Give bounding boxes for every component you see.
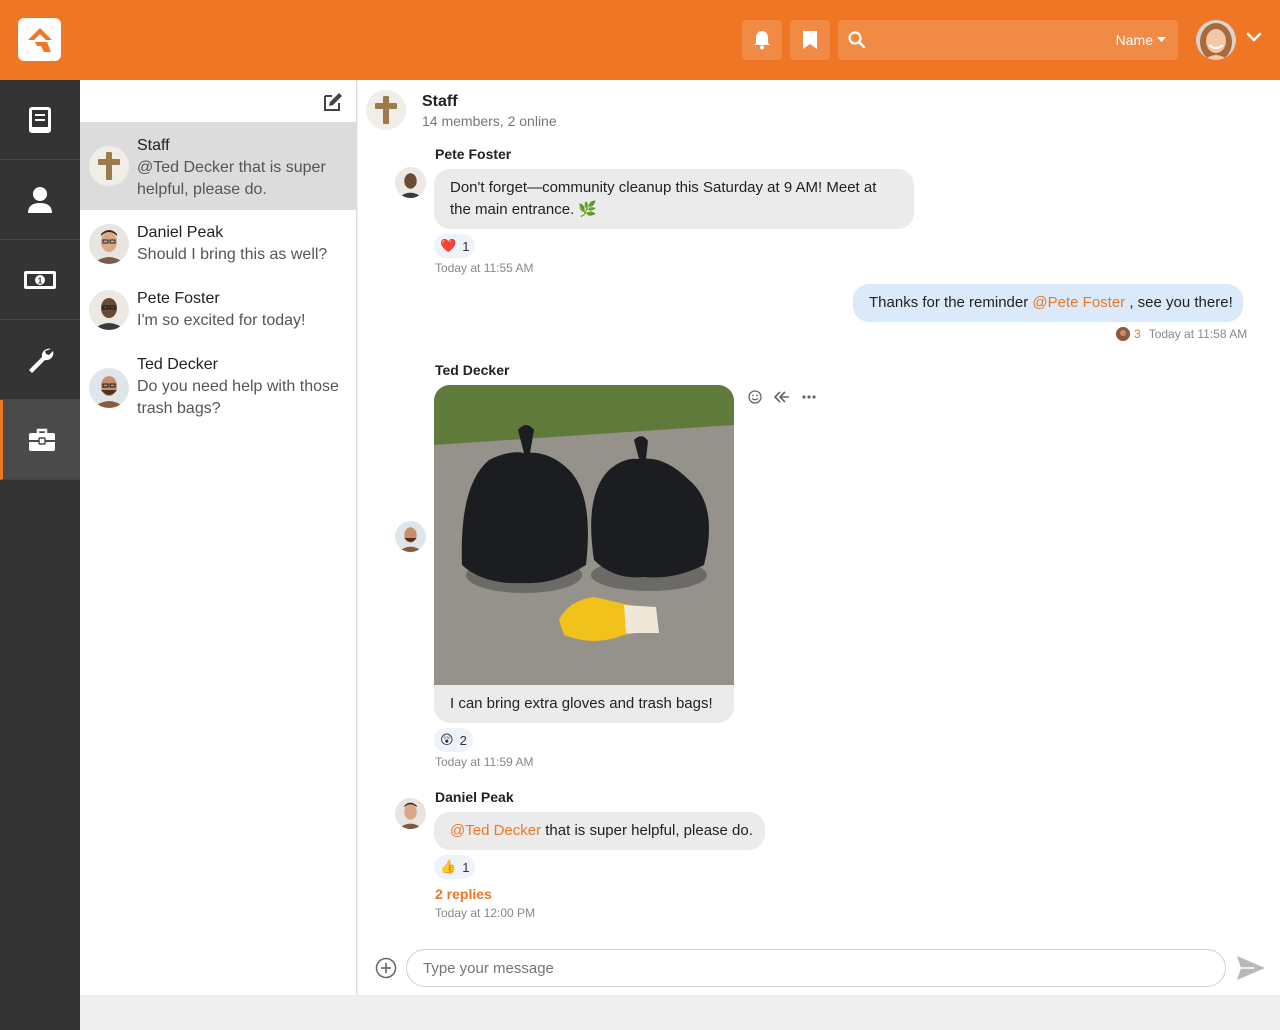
send-icon[interactable] xyxy=(1236,954,1266,982)
surprised-emoji-icon: 😲 xyxy=(440,732,454,747)
top-bar: Name xyxy=(0,0,1280,80)
channel-title: Staff xyxy=(422,93,458,110)
avatar xyxy=(89,224,129,264)
conversation-item-staff[interactable]: Staff @Ted Decker that is super helpful,… xyxy=(80,122,356,210)
add-reaction-icon[interactable] xyxy=(748,390,762,404)
nav-item-tools[interactable] xyxy=(0,320,80,400)
message-sender: Daniel Peak xyxy=(435,789,514,805)
message-timestamp: Today at 11:58 AM xyxy=(1148,327,1248,341)
message-sender: Pete Foster xyxy=(435,146,512,162)
bookmarks-button[interactable] xyxy=(790,20,830,60)
reaction-badge[interactable]: 👍 1 xyxy=(434,855,476,879)
conversation-name: Staff xyxy=(137,137,170,154)
nav-item-work[interactable] xyxy=(0,400,80,480)
conversation-item-ted-decker[interactable]: Ted Decker Do you need help with those t… xyxy=(80,354,356,434)
user-avatar[interactable] xyxy=(1196,20,1236,60)
message-timestamp: Today at 11:59 AM xyxy=(435,755,534,769)
message-caption: I can bring extra gloves and trash bags! xyxy=(434,685,734,723)
heart-icon: ❤️ xyxy=(440,238,457,253)
conversation-preview: Do you need help with those trash bags? xyxy=(137,378,339,417)
message-text: , see you there! xyxy=(1125,294,1233,311)
person-icon xyxy=(28,186,52,213)
nav-item-people[interactable] xyxy=(0,160,80,240)
mention-link[interactable]: @Pete Foster xyxy=(1032,294,1125,311)
search-filter-label: Name xyxy=(1115,32,1153,48)
svg-text:1: 1 xyxy=(38,276,43,285)
conversation-item-daniel-peak[interactable]: Daniel Peak Should I bring this as well? xyxy=(80,222,356,282)
conversation-name: Ted Decker xyxy=(137,356,218,373)
chat-panel: Staff 14 members, 2 online Pete Foster D… xyxy=(358,80,1280,995)
avatar xyxy=(89,368,129,408)
wrench-icon xyxy=(29,348,54,373)
search-input[interactable] xyxy=(876,28,1096,52)
conversation-preview: @Ted Decker that is super helpful, pleas… xyxy=(137,159,326,198)
caret-down-icon xyxy=(1157,37,1166,42)
chevron-down-icon[interactable] xyxy=(1246,32,1262,42)
add-attachment-icon[interactable] xyxy=(375,957,397,979)
more-options-icon[interactable] xyxy=(802,395,816,399)
thumbs-up-icon: 👍 xyxy=(440,859,457,874)
channel-avatar xyxy=(366,90,406,130)
message-sender: Ted Decker xyxy=(435,362,510,378)
message-bubble-mine[interactable]: Thanks for the reminder @Pete Foster , s… xyxy=(853,284,1243,322)
avatar xyxy=(89,146,129,186)
reply-icon[interactable] xyxy=(774,391,790,403)
message-text: that is super helpful, please do. xyxy=(541,822,753,839)
search-filter-dropdown[interactable]: Name xyxy=(1116,32,1166,48)
avatar xyxy=(395,167,426,198)
message-input[interactable] xyxy=(406,949,1226,987)
avatar-mini xyxy=(1116,327,1130,341)
conversation-preview: I'm so excited for today! xyxy=(137,312,306,329)
conversation-item-pete-foster[interactable]: Pete Foster I'm so excited for today! xyxy=(80,288,356,348)
avatar xyxy=(89,290,129,330)
bell-icon xyxy=(754,31,770,50)
nav-item-finance[interactable]: 1 xyxy=(0,240,80,320)
thread-replies-link[interactable]: 2 replies xyxy=(435,886,492,902)
avatar xyxy=(395,521,426,552)
bookmark-icon xyxy=(803,31,817,49)
avatar xyxy=(395,798,426,829)
conversation-list: Staff @Ted Decker that is super helpful,… xyxy=(80,80,357,995)
book-icon xyxy=(29,106,51,133)
reaction-count: 1 xyxy=(462,859,470,875)
compose-icon[interactable] xyxy=(322,92,343,112)
message-bubble[interactable]: @Ted Decker that is super helpful, pleas… xyxy=(434,812,765,850)
conversation-preview: Should I bring this as well? xyxy=(137,246,328,263)
money-icon: 1 xyxy=(24,270,56,289)
reaction-badge[interactable]: ❤️ 1 xyxy=(434,234,476,258)
search-icon xyxy=(848,31,866,49)
message-image[interactable] xyxy=(434,385,734,685)
search-bar: Name xyxy=(838,20,1178,60)
conversation-name: Pete Foster xyxy=(137,290,220,307)
reaction-badge[interactable]: 😲 2 xyxy=(434,728,473,752)
reaction-count: 2 xyxy=(459,732,467,748)
notifications-button[interactable] xyxy=(742,20,782,60)
left-navigation: 1 xyxy=(0,80,80,1030)
message-timestamp: Today at 11:55 AM xyxy=(435,261,534,275)
channel-subtitle: 14 members, 2 online xyxy=(422,113,557,129)
briefcase-icon xyxy=(28,428,55,451)
reaction-count: 1 xyxy=(462,238,470,254)
read-count: 3 xyxy=(1134,327,1141,341)
conversation-name: Daniel Peak xyxy=(137,224,224,241)
nav-item-book[interactable] xyxy=(0,80,80,160)
message-bubble[interactable]: Don't forget—community cleanup this Satu… xyxy=(434,169,914,229)
logo-icon[interactable] xyxy=(18,18,61,61)
message-text: Thanks for the reminder xyxy=(869,294,1033,311)
mention-link[interactable]: @Ted Decker xyxy=(450,822,541,839)
message-actions xyxy=(748,390,816,404)
read-receipt: 3 Today at 11:58 AM xyxy=(1116,327,1247,341)
message-timestamp: Today at 12:00 PM xyxy=(435,906,536,920)
